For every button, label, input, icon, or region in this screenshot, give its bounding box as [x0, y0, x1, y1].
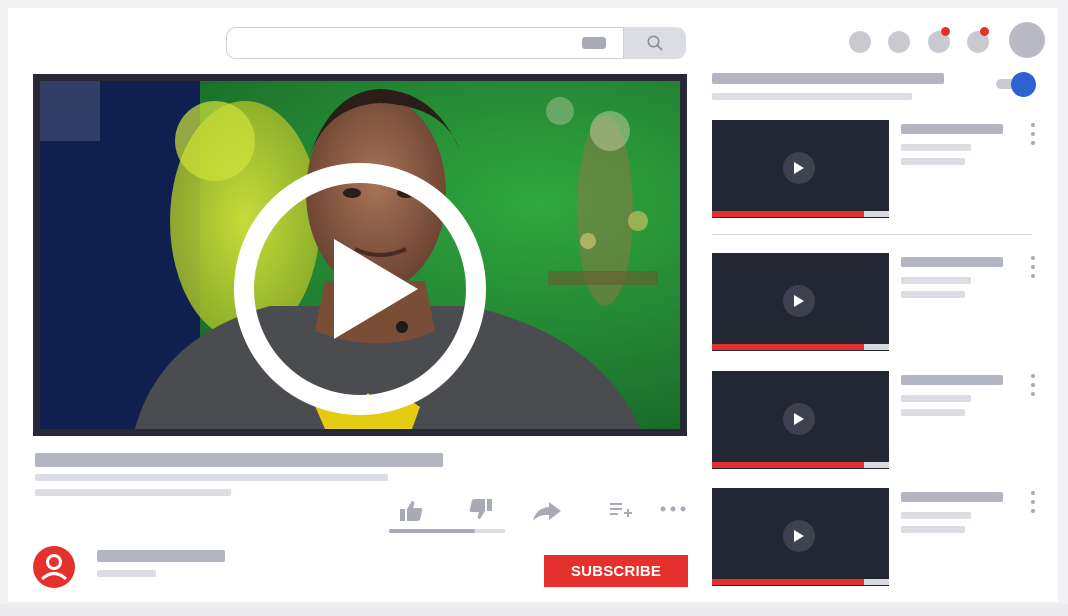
recommended-meta-placeholder: [901, 512, 971, 519]
more-horizontal-icon[interactable]: [660, 506, 686, 512]
header-icon-1[interactable]: [849, 31, 871, 53]
play-icon[interactable]: [783, 520, 815, 552]
watch-progress: [712, 579, 864, 585]
recommended-meta-placeholder: [901, 395, 971, 402]
video-thumbnail[interactable]: [712, 488, 889, 586]
keyboard-icon[interactable]: [582, 37, 606, 49]
recommended-title-placeholder: [901, 492, 1003, 502]
video-thumbnail[interactable]: [712, 120, 889, 218]
recommended-meta-placeholder: [901, 409, 965, 416]
video-player[interactable]: [33, 74, 687, 436]
video-thumbnail[interactable]: [712, 253, 889, 351]
recommended-title-placeholder: [901, 375, 1003, 385]
search-icon: [647, 35, 663, 51]
more-vertical-icon[interactable]: [1030, 374, 1036, 404]
search-input[interactable]: [226, 27, 624, 59]
notification-badge: [941, 27, 950, 36]
up-next-placeholder: [712, 73, 944, 84]
recommended-title-placeholder: [901, 257, 1003, 267]
recommended-video-item[interactable]: [712, 120, 1036, 220]
watch-progress: [712, 211, 864, 217]
play-icon[interactable]: [783, 152, 815, 184]
subscribe-button[interactable]: SUBSCRIBE: [544, 555, 688, 587]
channel-name-placeholder: [97, 550, 225, 562]
recommended-title-placeholder: [901, 124, 1003, 134]
header-icon-2[interactable]: [888, 31, 910, 53]
thumbs-down-icon[interactable]: [468, 498, 492, 520]
up-next-sub-placeholder: [712, 93, 912, 100]
recommended-meta-placeholder: [901, 144, 971, 151]
video-thumbnail[interactable]: [712, 371, 889, 469]
play-icon[interactable]: [234, 163, 486, 415]
play-icon[interactable]: [783, 403, 815, 435]
like-ratio-fill: [389, 529, 475, 533]
search-button[interactable]: [624, 27, 686, 59]
recommended-meta-placeholder: [901, 158, 965, 165]
channel-subs-placeholder: [97, 570, 156, 577]
add-to-playlist-icon[interactable]: [610, 502, 632, 518]
thumbs-up-icon[interactable]: [400, 500, 424, 522]
watch-progress: [712, 344, 864, 350]
sidebar-divider: [712, 234, 1032, 235]
recommended-video-item[interactable]: [712, 488, 1036, 588]
share-icon[interactable]: [532, 500, 562, 522]
bottom-strip: [0, 604, 1068, 616]
message-badge: [980, 27, 989, 36]
watch-progress: [712, 462, 864, 468]
more-vertical-icon[interactable]: [1030, 491, 1036, 521]
more-vertical-icon[interactable]: [1030, 256, 1036, 286]
video-views-placeholder: [35, 489, 231, 496]
recommended-meta-placeholder: [901, 526, 965, 533]
video-title-placeholder: [35, 453, 443, 467]
autoplay-toggle-knob[interactable]: [1011, 72, 1036, 97]
recommended-video-item[interactable]: [712, 253, 1036, 353]
more-vertical-icon[interactable]: [1030, 123, 1036, 153]
recommended-meta-placeholder: [901, 277, 971, 284]
user-avatar[interactable]: [1009, 22, 1045, 58]
play-icon[interactable]: [783, 285, 815, 317]
video-meta-placeholder: [35, 474, 388, 481]
recommended-meta-placeholder: [901, 291, 965, 298]
recommended-video-item[interactable]: [712, 371, 1036, 471]
video-frame[interactable]: [40, 81, 680, 429]
channel-avatar-icon[interactable]: [33, 546, 75, 588]
